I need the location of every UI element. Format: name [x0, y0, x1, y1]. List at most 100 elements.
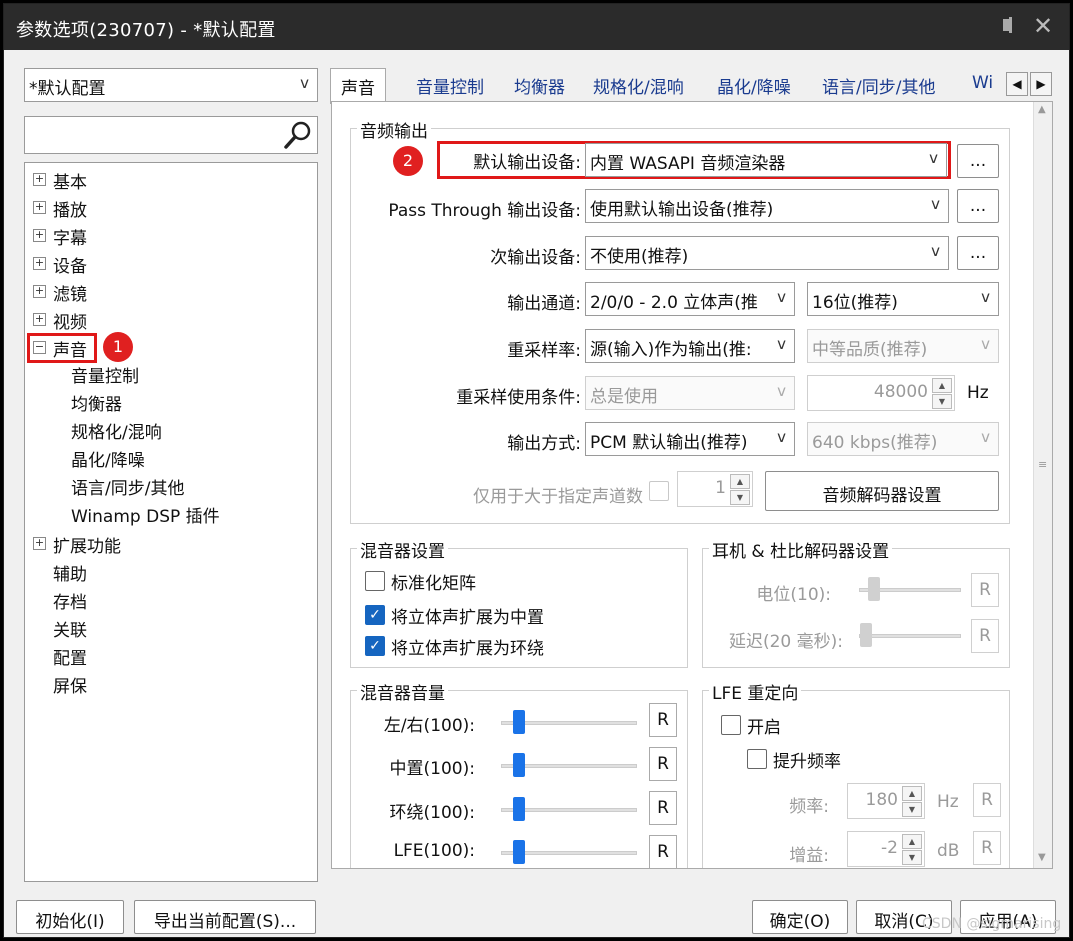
- lfe-reset-button[interactable]: R: [649, 835, 677, 868]
- scroll-down-icon[interactable]: ▼: [1038, 852, 1046, 863]
- surround-slider-thumb: [513, 797, 525, 821]
- frequency-label: 频率:: [789, 797, 829, 817]
- profile-select[interactable]: *默认配置 v: [24, 68, 318, 102]
- chevron-down-icon: v: [929, 149, 938, 167]
- search-input[interactable]: [24, 116, 318, 154]
- passthrough-more-button[interactable]: ...: [957, 189, 999, 223]
- resample-label: 重采样率:: [507, 341, 581, 361]
- stepper-down-icon: ▼: [730, 490, 750, 505]
- tab-winamp[interactable]: Wi: [962, 68, 1006, 102]
- frequency-unit: Hz: [937, 792, 959, 812]
- stepper-up-icon: ▲: [730, 474, 750, 489]
- expand-icon[interactable]: +: [33, 285, 46, 298]
- tab-equalizer[interactable]: 均衡器: [504, 68, 575, 102]
- tab-normalize[interactable]: 规格化/混响: [583, 68, 694, 102]
- surround-reset-button[interactable]: R: [649, 791, 677, 825]
- left-right-slider[interactable]: [501, 709, 637, 737]
- output-method-select[interactable]: PCM 默认输出(推荐) v: [585, 422, 795, 456]
- ok-button[interactable]: 确定(O): [752, 900, 848, 934]
- level-slider-thumb: [868, 577, 880, 601]
- stepper-up-icon: ▲: [902, 786, 922, 801]
- secondary-more-button[interactable]: ...: [957, 236, 999, 270]
- expand-icon[interactable]: +: [33, 313, 46, 326]
- tree-child-equalizer[interactable]: 均衡器: [71, 390, 122, 418]
- tab-audio[interactable]: 声音: [330, 68, 386, 104]
- tree-child-normalize[interactable]: 规格化/混响: [71, 418, 162, 446]
- surround-slider[interactable]: [501, 796, 637, 824]
- normalize-matrix-checkbox[interactable]: [365, 571, 385, 591]
- chevron-down-icon: v: [777, 335, 786, 353]
- settings-tree: + 基本 + 播放 + 字幕 + 设备 + 滤镜 + 视频 − 声音 音量控制 均衡器 规格化…: [24, 162, 318, 882]
- frequency-stepper: 180 ▲ ▼: [847, 783, 925, 819]
- output-channels-select[interactable]: 2/0/0 - 2.0 立体声(推 v: [585, 282, 795, 316]
- expand-icon[interactable]: +: [33, 173, 46, 186]
- center-reset-button[interactable]: R: [649, 747, 677, 781]
- tab-scroll-left-icon[interactable]: ◀: [1006, 72, 1028, 96]
- delay-reset-button: R: [971, 619, 999, 653]
- audio-settings-panel: 音频输出 2 默认输出设备: 内置 WASAPI 音频渲染器 v ... Pass…: [331, 101, 1053, 869]
- expand-center-checkbox[interactable]: ✓: [365, 605, 385, 625]
- tab-scroll-right-icon[interactable]: ▶: [1030, 72, 1052, 96]
- annotation-badge-1: 1: [103, 332, 133, 362]
- chevron-down-icon: v: [777, 382, 786, 400]
- audio-output-group: 音频输出 2 默认输出设备: 内置 WASAPI 音频渲染器 v ... Pass…: [350, 117, 1010, 524]
- expand-surround-checkbox[interactable]: ✓: [365, 636, 385, 656]
- default-device-more-button[interactable]: ...: [957, 144, 999, 178]
- expand-icon[interactable]: +: [33, 257, 46, 270]
- lfe-enable-checkbox[interactable]: [721, 715, 741, 735]
- bit-depth-select[interactable]: 16位(推荐) v: [807, 282, 999, 316]
- resample-select[interactable]: 源(输入)作为输出(推: v: [585, 329, 795, 363]
- scroll-up-icon[interactable]: ▲: [1038, 104, 1046, 115]
- export-config-button[interactable]: 导出当前配置(S)...: [134, 900, 316, 934]
- tab-bar: 声音 音量控制 均衡器 规格化/混响 晶化/降噪 语言/同步/其他 Wi ◀ ▶: [330, 68, 1054, 104]
- lfe-redirect-group: LFE 重定向 开启 提升频率 频率: 180 ▲ ▼ Hz R 增益: -2 …: [702, 679, 1010, 868]
- left-right-slider-thumb: [513, 710, 525, 734]
- lfe-enable-label: 开启: [747, 718, 781, 738]
- level-slider: [859, 576, 961, 604]
- gain-stepper: -2 ▲ ▼: [847, 831, 925, 867]
- expand-icon[interactable]: +: [33, 537, 46, 550]
- tree-child-language[interactable]: 语言/同步/其他: [71, 474, 184, 502]
- initialize-button[interactable]: 初始化(I): [16, 900, 124, 934]
- chevron-down-icon: v: [981, 335, 990, 353]
- tab-language[interactable]: 语言/同步/其他: [812, 68, 945, 102]
- mixer-settings-title: 混音器设置: [357, 537, 448, 562]
- channel-threshold-label: 仅用于大于指定声道数: [473, 487, 643, 507]
- lfe-slider[interactable]: [501, 839, 637, 867]
- expand-icon[interactable]: +: [33, 201, 46, 214]
- audio-decoder-settings-button[interactable]: 音频解码器设置: [765, 471, 999, 511]
- tree-child-crystal[interactable]: 晶化/降噪: [71, 446, 145, 474]
- tree-child-winamp[interactable]: Winamp DSP 插件: [71, 502, 220, 530]
- lfe-boost-checkbox[interactable]: [747, 749, 767, 769]
- delay-slider-thumb: [860, 623, 872, 647]
- tab-volume[interactable]: 音量控制: [406, 68, 494, 102]
- bitrate-select: 640 kbps(推荐) v: [807, 422, 999, 456]
- search-icon[interactable]: [283, 120, 313, 155]
- audio-output-title: 音频输出: [357, 117, 431, 142]
- stepper-down-icon: ▼: [902, 802, 922, 817]
- expand-icon[interactable]: +: [33, 229, 46, 242]
- panel-scrollbar[interactable]: ▲ ≡ ▼: [1033, 102, 1052, 868]
- tab-crystal[interactable]: 晶化/降噪: [707, 68, 801, 102]
- default-device-select[interactable]: 内置 WASAPI 音频渲染器 v: [585, 143, 947, 177]
- output-channels-label: 输出通道:: [507, 294, 581, 314]
- left-right-reset-button[interactable]: R: [649, 703, 677, 737]
- channel-threshold-checkbox[interactable]: [649, 481, 669, 501]
- pin-icon[interactable]: [994, 14, 1016, 38]
- close-icon[interactable]: ✕: [1030, 12, 1056, 40]
- headphone-decoder-group: 耳机 & 杜比解码器设置 电位(10): R 延迟(20 毫秒): R: [702, 537, 1010, 668]
- chevron-down-icon: v: [931, 195, 940, 213]
- title-bar: 参数选项(230707) - *默认配置 ✕: [4, 4, 1069, 50]
- stepper-up-icon: ▲: [932, 378, 952, 393]
- center-slider[interactable]: [501, 752, 637, 780]
- tree-child-volume[interactable]: 音量控制: [71, 362, 139, 390]
- sample-rate-unit: Hz: [967, 383, 989, 403]
- passthrough-select[interactable]: 使用默认输出设备(推荐) v: [585, 189, 949, 223]
- expand-center-label: 将立体声扩展为中置: [391, 608, 544, 628]
- channel-threshold-stepper: 1 ▲ ▼: [677, 471, 753, 507]
- scroll-grip-icon[interactable]: ≡: [1038, 458, 1047, 471]
- expand-surround-label: 将立体声扩展为环绕: [391, 639, 544, 659]
- chevron-down-icon: v: [300, 74, 309, 92]
- secondary-device-select[interactable]: 不使用(推荐) v: [585, 236, 949, 270]
- resample-condition-label: 重采样使用条件:: [456, 388, 581, 408]
